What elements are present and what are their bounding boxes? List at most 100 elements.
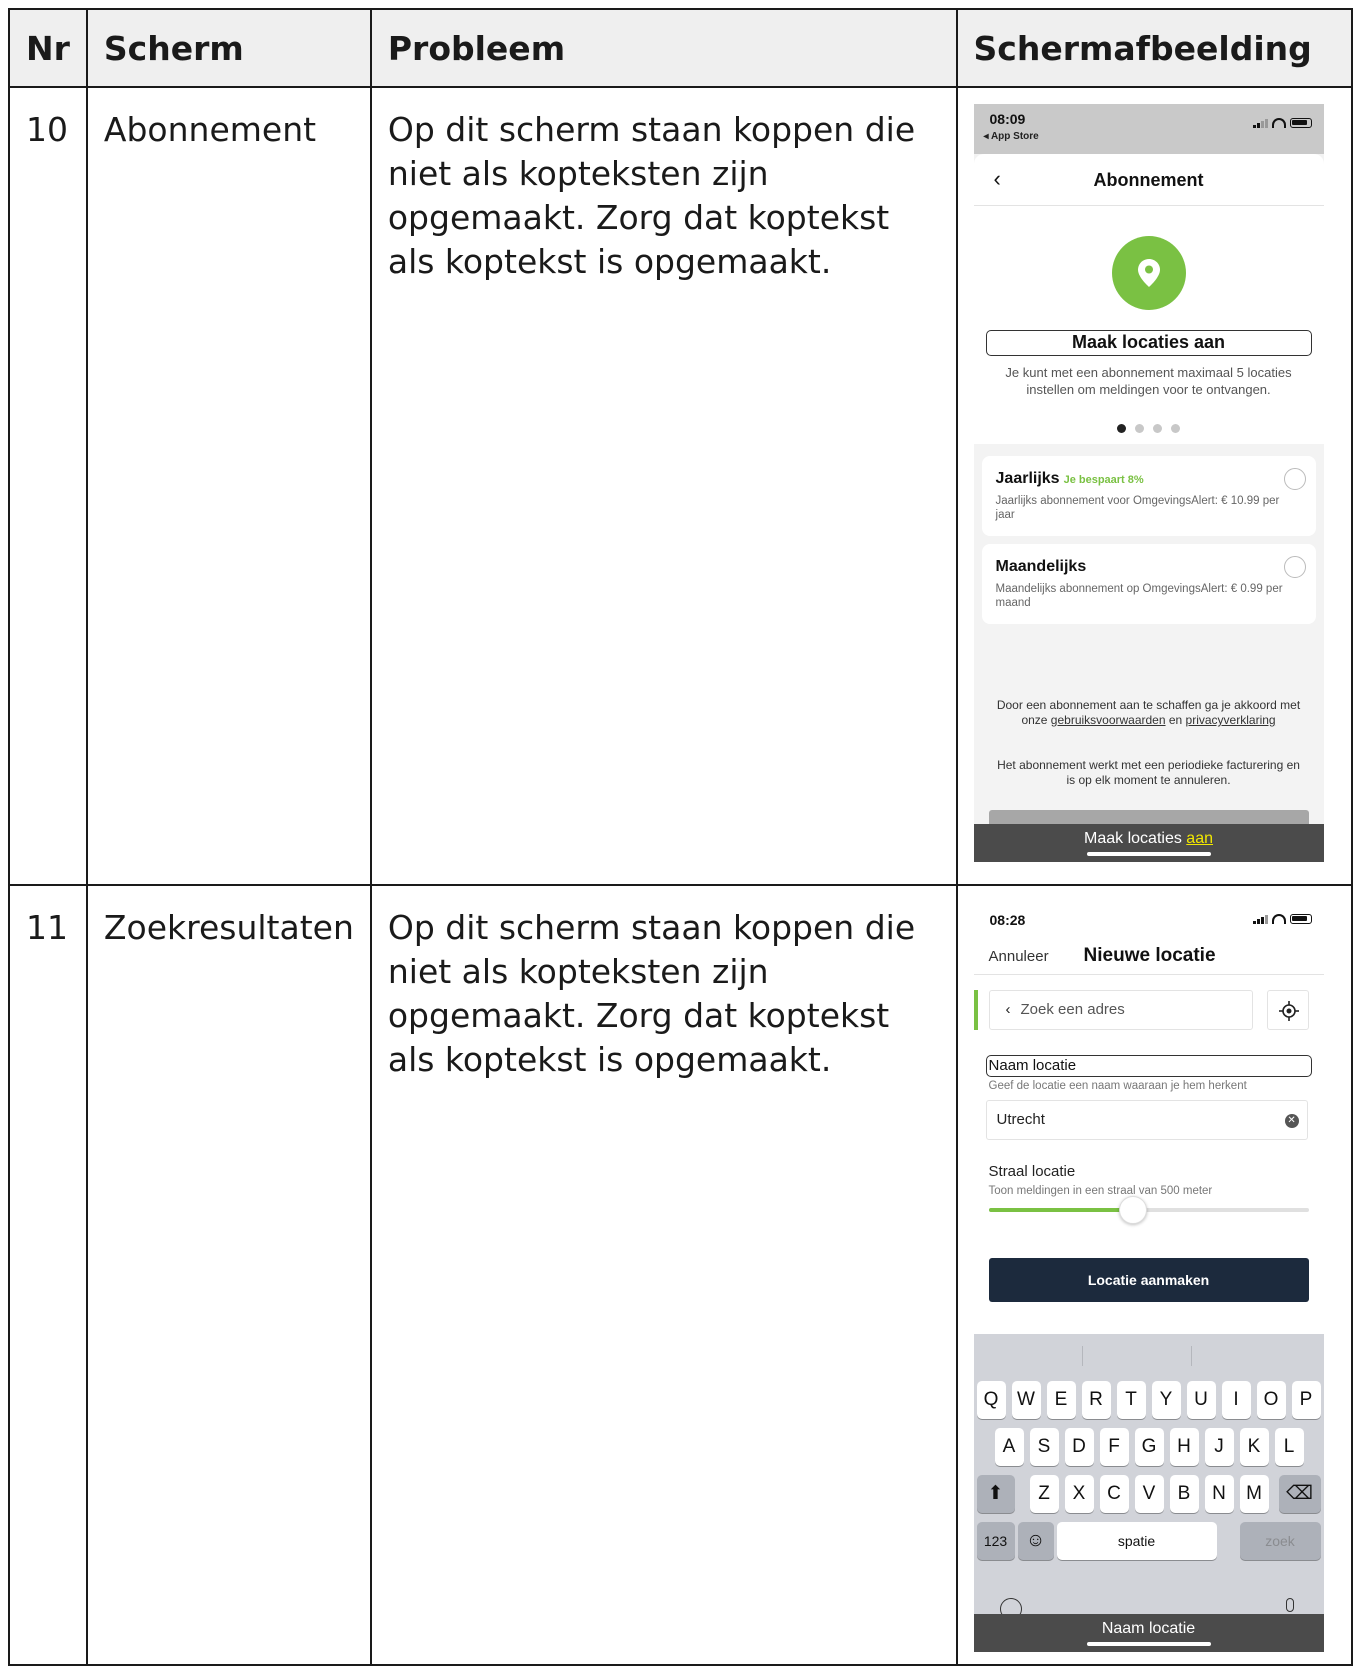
voiceover-caption: Naam locatie [973,1614,1324,1652]
nav-title: Nieuwe locatie [1083,945,1216,966]
row-screenshot: 08:28 Annuleer Nieuwe locatie ‹ Zoek een … [955,884,1353,1666]
backspace-key[interactable]: ⌫ [1278,1475,1321,1513]
microphone-icon[interactable] [1285,1598,1294,1612]
status-icons [1252,118,1312,128]
plan-description: Jaarlijks abonnement voor OmgevingsAlert… [995,495,1280,521]
name-hint: Geef de locatie een naam waaraan je hem … [988,1080,1247,1092]
row-screen: Zoekresultaten [85,884,372,1666]
key-v[interactable]: V [1134,1475,1164,1513]
create-location-button[interactable]: Locatie aanmaken [988,1258,1309,1302]
page-dot[interactable] [1135,424,1145,433]
key-c[interactable]: C [1099,1475,1129,1513]
header-schermafbeelding: Schermafbeelding [955,8,1353,88]
key-w[interactable]: W [1011,1381,1041,1419]
search-key[interactable]: zoek [1239,1522,1321,1560]
row-problem: Op dit scherm staan koppen die niet als … [369,86,958,886]
key-u[interactable]: U [1186,1381,1216,1419]
key-d[interactable]: D [1064,1428,1094,1466]
key-j[interactable]: J [1204,1428,1234,1466]
page-dot[interactable] [1117,424,1127,433]
plan-name: Jaarlijks [995,470,1060,487]
wifi-icon [1271,914,1286,924]
status-bar: 08:09 ◂ App Store [973,104,1324,154]
focus-indicator [973,990,978,1030]
slider-thumb[interactable] [1118,1196,1147,1224]
key-g[interactable]: G [1134,1428,1164,1466]
row-problem: Op dit scherm staan koppen die niet als … [369,884,958,1666]
discount-badge: Je bespaart 8% [1063,474,1144,486]
plan-yearly[interactable]: Jaarlijks Je bespaart 8% Jaarlijks abonne… [981,456,1316,536]
keyboard-row-2: ASDFGHJKL [974,1428,1324,1466]
address-search-input[interactable]: ‹ Zoek een adres [988,990,1253,1030]
intro-text: Je kunt met een abonnement maximaal 5 lo… [1005,365,1292,397]
screenshot-nieuwe-locatie: 08:28 Annuleer Nieuwe locatie ‹ Zoek een … [973,902,1324,1652]
key-t[interactable]: T [1116,1381,1146,1419]
key-f[interactable]: F [1099,1428,1129,1466]
key-y[interactable]: Y [1151,1381,1181,1419]
key-o[interactable]: O [1256,1381,1286,1419]
space-key[interactable]: spatie [1056,1522,1217,1560]
plan-monthly[interactable]: Maandelijks Maandelijks abonnement op Om… [981,544,1316,624]
key-b[interactable]: B [1169,1475,1199,1513]
shift-key[interactable]: ⬆ [976,1475,1015,1513]
table-row: 10 Abonnement Op dit scherm staan koppen… [8,86,1353,886]
terms-of-use-link[interactable]: gebruiksvoorwaarden [1051,713,1166,727]
numbers-key[interactable]: 123 [976,1522,1015,1560]
clear-icon[interactable]: ✕ [1284,1114,1299,1128]
header-probleem: Probleem [369,8,958,88]
emoji-key[interactable]: ☺ [1017,1522,1054,1560]
key-m[interactable]: M [1239,1475,1269,1513]
keyboard-row-1: QWERTYUIOP [974,1381,1324,1419]
plan-description: Maandelijks abonnement op OmgevingsAlert… [995,583,1283,609]
page-dot[interactable] [1153,424,1163,433]
key-l[interactable]: L [1274,1428,1304,1466]
page-heading: Maak locaties aan [985,330,1312,356]
row-screenshot: 08:09 ◂ App Store ‹ Abonnement Maak loca… [955,86,1353,886]
terms-conjunction: en [1165,713,1186,727]
voiceover-caption: Maak locaties aan [973,824,1324,862]
radius-label: Straal locatie [988,1163,1076,1180]
key-k[interactable]: K [1239,1428,1269,1466]
key-n[interactable]: N [1204,1475,1234,1513]
key-x[interactable]: X [1064,1475,1094,1513]
slider-fill [988,1208,1133,1212]
location-name-value: Utrecht [996,1111,1045,1128]
row-number: 11 [8,884,88,1666]
status-time: 08:28 [989,912,1026,928]
suggestion-bar [974,1334,1324,1376]
page-dot[interactable] [1171,424,1181,433]
privacy-link[interactable]: privacyverklaring [1186,713,1276,727]
current-location-button[interactable] [1266,990,1309,1030]
divider [973,974,1324,975]
header-nr: Nr [8,8,88,88]
search-placeholder: Zoek een adres [1020,1001,1125,1018]
key-z[interactable]: Z [1029,1475,1059,1513]
name-label: Naam locatie [985,1055,1312,1077]
key-e[interactable]: E [1046,1381,1076,1419]
location-name-input[interactable]: Utrecht ✕ [985,1100,1308,1140]
radius-slider[interactable] [988,1196,1309,1224]
plan-radio-button[interactable] [1283,556,1306,578]
status-icons [1252,914,1312,924]
key-q[interactable]: Q [976,1381,1006,1419]
cancel-button[interactable]: Annuleer [989,948,1049,965]
voiceover-text: Maak locaties [1084,830,1187,847]
wifi-icon [1271,118,1286,128]
signal-icon [1252,118,1268,128]
voiceover-highlight: aan [1186,830,1213,847]
key-s[interactable]: S [1029,1428,1059,1466]
nav-title: Abonnement [1093,170,1204,190]
key-i[interactable]: I [1221,1381,1251,1419]
back-to-app-store-link[interactable]: ◂ App Store [984,131,1039,142]
key-a[interactable]: A [994,1428,1024,1466]
key-r[interactable]: R [1081,1381,1111,1419]
signal-icon [1252,914,1268,924]
key-p[interactable]: P [1291,1381,1321,1419]
chevron-left-icon: ‹ [1005,1001,1011,1018]
key-h[interactable]: H [1169,1428,1199,1466]
home-indicator [1086,852,1211,856]
table-row: 11 Zoekresultaten Op dit scherm staan ko… [8,884,1353,1666]
page-indicator[interactable] [974,424,1324,433]
terms-text: Door een abonnement aan te schaffen ga j… [994,698,1304,728]
plan-radio-button[interactable] [1283,468,1306,490]
